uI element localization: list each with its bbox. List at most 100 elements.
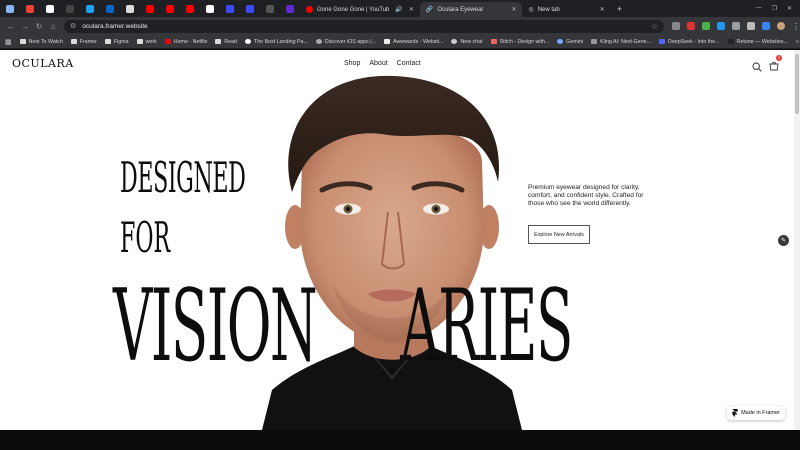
bookmark-item[interactable]: Read (215, 39, 237, 45)
bookmark-item[interactable]: Retune — Websites... (727, 39, 788, 45)
bookmark-item[interactable]: Home - Netflix (164, 39, 207, 45)
bookmarks-bar: ▦ Next To Watch Framer Figma work Home -… (0, 35, 800, 49)
os-taskbar (0, 430, 800, 450)
youtube-icon (306, 6, 313, 13)
hero-description: Premium eyewear designed for clarity, co… (528, 184, 644, 207)
close-tab-icon[interactable]: ✕ (560, 6, 605, 13)
tab-new-tab[interactable]: ◎ New tab ✕ (522, 2, 610, 17)
pinned-tab[interactable] (103, 2, 117, 16)
hero-headline-left: VISION (113, 267, 318, 384)
extensions-area: ⋮ (672, 22, 800, 31)
stitch-icon (490, 39, 497, 44)
pinned-tab[interactable] (43, 2, 57, 16)
bookmark-item[interactable]: Awwwards - Websit... (384, 39, 443, 45)
edit-pencil-icon[interactable]: ✎ (778, 235, 789, 246)
tab-oculara[interactable]: 🔗 Ocularа Eyewear ✕ (419, 2, 523, 17)
extension-icon[interactable] (762, 22, 770, 30)
hero-headline-right: ARIES (400, 267, 573, 384)
tab-search-icon[interactable] (3, 2, 17, 16)
pinned-tab[interactable] (63, 2, 77, 16)
close-window-icon[interactable]: ✕ (787, 5, 792, 12)
webpage: OCULARA Shop About Contact 2 DESIGNED FO… (0, 50, 794, 430)
site-info-icon[interactable]: ⚙ (70, 22, 76, 30)
page-scrollbar[interactable] (794, 50, 800, 430)
bookmark-item[interactable]: DeepSeek - Into the... (659, 39, 720, 45)
tab-title: New tab (537, 6, 560, 13)
window-controls: — ❐ ✕ (756, 5, 800, 12)
bookmark-item[interactable]: work (136, 39, 157, 45)
pinned-tab[interactable] (243, 2, 257, 16)
cart-count-badge: 2 (776, 55, 782, 61)
folder-icon (104, 39, 111, 44)
site-icon (315, 39, 322, 44)
close-tab-icon[interactable]: ✕ (483, 6, 516, 13)
scrollbar-thumb[interactable] (795, 54, 799, 114)
chat-icon (451, 39, 458, 44)
cart-icon (769, 61, 779, 71)
gemini-icon (557, 39, 564, 44)
bookmarks-overflow[interactable]: » (796, 39, 800, 45)
bookmark-item[interactable]: Stitch - Design with... (490, 39, 549, 45)
extension-icon[interactable] (702, 22, 710, 30)
framer-logo-icon (732, 409, 738, 417)
site-logo[interactable]: OCULARA (12, 57, 74, 70)
apps-grid-icon[interactable]: ▦ (5, 38, 12, 46)
bookmark-item[interactable]: Framer (70, 39, 97, 45)
forward-icon[interactable]: → (18, 22, 32, 31)
pinned-tab[interactable] (223, 2, 237, 16)
url-text: oculara.framer.website (82, 22, 148, 30)
close-tab-icon[interactable]: ✕ (403, 6, 414, 13)
bookmark-item[interactable]: Figma (104, 39, 129, 45)
explore-new-arrivals-button[interactable]: Explore New Arrivals (528, 225, 590, 244)
bookmark-item[interactable]: The Best Landing Pa... (245, 39, 308, 45)
minimize-icon[interactable]: — (756, 5, 762, 12)
cart-button[interactable]: 2 (769, 55, 782, 76)
bookmark-star-icon[interactable]: ☆ (651, 22, 658, 31)
bookmark-item[interactable]: Gemini (557, 39, 583, 45)
nav-about[interactable]: About (369, 60, 387, 67)
reload-icon[interactable]: ↻ (32, 22, 46, 31)
address-bar[interactable]: ⚙ oculara.framer.website ☆ (64, 19, 664, 33)
search-icon[interactable] (752, 62, 762, 72)
folder-icon (136, 39, 143, 44)
globe-icon: ◎ (528, 7, 534, 13)
restore-icon[interactable]: ❐ (772, 5, 777, 12)
bookmark-item[interactable]: New chat (451, 39, 483, 45)
pinned-tab[interactable] (123, 2, 137, 16)
profile-avatar[interactable] (777, 22, 785, 30)
pinned-tab[interactable] (203, 2, 217, 16)
pinned-tab[interactable] (163, 2, 177, 16)
link-icon: 🔗 (425, 7, 434, 13)
extension-icon[interactable] (747, 22, 755, 30)
menu-dots-icon[interactable]: ⋮ (792, 22, 800, 31)
new-tab-button[interactable]: + (617, 4, 622, 14)
made-in-framer-badge[interactable]: Made in Framer (727, 406, 785, 420)
extensions-puzzle-icon[interactable] (732, 22, 740, 30)
hero-headline-for: FOR (120, 214, 171, 263)
bookmark-item[interactable]: Kling AI: Next-Gene... (591, 39, 651, 45)
hero-headline-visionaries: VISIONNAARIES (113, 276, 794, 375)
retune-icon (727, 39, 734, 44)
pinned-tab[interactable] (263, 2, 277, 16)
pinned-tab[interactable] (83, 2, 97, 16)
bookmark-item[interactable]: Discover iOS apps |... (315, 39, 376, 45)
awwwards-icon (384, 39, 391, 44)
speaker-icon[interactable]: 🔊 (395, 6, 402, 13)
pinned-tab[interactable] (283, 2, 297, 16)
pinned-tab[interactable] (23, 2, 37, 16)
nav-contact[interactable]: Contact (397, 60, 421, 67)
nav-shop[interactable]: Shop (344, 60, 360, 67)
toolbar: ← → ↻ ⌂ ⚙ oculara.framer.website ☆ ⋮ (0, 17, 800, 35)
pinned-tab[interactable] (183, 2, 197, 16)
main-nav: Shop About Contact (344, 60, 421, 67)
tab-title: Gone Gone Gone | YouTub (317, 6, 390, 13)
back-icon[interactable]: ← (4, 22, 18, 31)
folder-icon (215, 39, 222, 44)
extension-icon[interactable] (717, 22, 725, 30)
home-icon[interactable]: ⌂ (46, 22, 60, 31)
extension-icon[interactable] (672, 22, 680, 30)
bookmark-item[interactable]: Next To Watch (19, 39, 63, 45)
pinned-tab[interactable] (143, 2, 157, 16)
tab-youtube[interactable]: Gone Gone Gone | YouTub 🔊 ✕ (300, 2, 420, 17)
extension-icon[interactable] (687, 22, 695, 30)
